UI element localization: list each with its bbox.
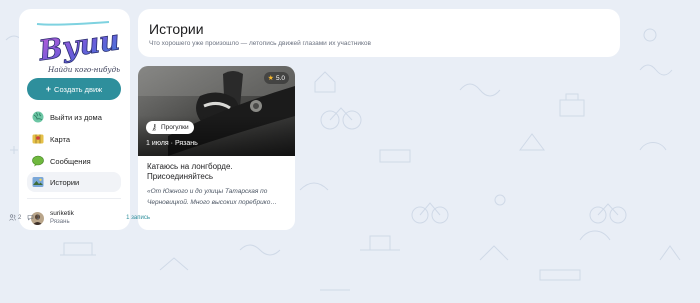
sidebar: Вуии Найди кого-нибудь + Создать движ Вы… bbox=[19, 9, 130, 230]
plus-icon: + bbox=[45, 83, 52, 94]
create-event-label: Создать движ bbox=[54, 84, 103, 94]
category-tag-label: Прогулки bbox=[161, 124, 189, 131]
participants-value: 2 bbox=[18, 214, 22, 221]
participants-icon bbox=[9, 214, 16, 221]
sidebar-item-label: Выйти из дома bbox=[50, 112, 102, 122]
chat-bubble-icon bbox=[32, 155, 44, 167]
story-excerpt: «От Южного и до улицы Татарская по Черно… bbox=[147, 188, 277, 206]
rating-badge: ★ 5.0 bbox=[263, 72, 289, 84]
comments-value: 1 bbox=[36, 214, 40, 221]
star-icon: ★ bbox=[267, 75, 274, 82]
comment-icon bbox=[28, 215, 34, 221]
page-subtitle: Что хорошего уже произошло — летопись дв… bbox=[149, 40, 371, 47]
page-header: Истории Что хорошего уже произошло — лет… bbox=[138, 9, 620, 57]
participants-count: 2 bbox=[9, 214, 21, 221]
globe-icon bbox=[32, 111, 44, 123]
walking-person-icon bbox=[152, 124, 157, 131]
stories-icon bbox=[32, 177, 44, 187]
sidebar-item-stories[interactable]: Истории bbox=[27, 172, 121, 192]
map-icon bbox=[32, 134, 44, 144]
category-tag[interactable]: Прогулки bbox=[146, 121, 194, 134]
entries-link[interactable]: 1 запись bbox=[126, 215, 150, 221]
comments-count: 1 bbox=[27, 214, 40, 221]
logo-wordmark: Вуии bbox=[36, 23, 121, 67]
story-title[interactable]: Катаюсь на лонгборде. Присоединяйтесь bbox=[147, 162, 287, 182]
sidebar-item-label: Сообщения bbox=[50, 156, 91, 166]
create-event-button[interactable]: + Создать движ bbox=[27, 78, 121, 100]
story-card[interactable]: ★ 5.0 Прогулки 1 июля · Рязань Катаюсь н… bbox=[138, 66, 295, 230]
sidebar-item-label: Карта bbox=[50, 134, 71, 144]
page-title: Истории bbox=[149, 21, 204, 37]
rating-value: 5.0 bbox=[275, 74, 285, 82]
sidebar-divider bbox=[27, 198, 121, 199]
sidebar-item-map[interactable]: Карта bbox=[27, 129, 121, 149]
logo-tagline: Найди кого-нибудь bbox=[47, 65, 120, 74]
story-card-footer: 2 1 1 запись bbox=[9, 214, 150, 221]
app-logo[interactable]: Вуии Найди кого-нибудь bbox=[31, 18, 121, 76]
sidebar-item-label: Истории bbox=[50, 177, 80, 187]
sidebar-item-messages[interactable]: Сообщения bbox=[27, 151, 121, 171]
date-location: 1 июля · Рязань bbox=[146, 140, 198, 147]
sidebar-item-go-out[interactable]: Выйти из дома bbox=[27, 107, 121, 127]
